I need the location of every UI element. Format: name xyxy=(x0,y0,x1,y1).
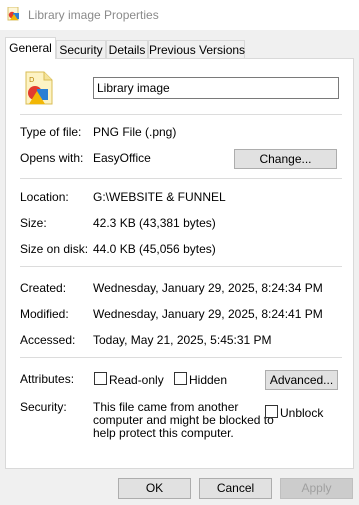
unblock-label: Unblock xyxy=(280,406,324,420)
opens-with-label: Opens with: xyxy=(20,151,84,165)
ok-button[interactable]: OK xyxy=(118,478,191,499)
security-message-line-3: help protect this computer. xyxy=(93,426,234,440)
type-of-file-label: Type of file: xyxy=(20,125,82,139)
tab-general[interactable]: General xyxy=(5,37,56,59)
unblock-checkbox[interactable] xyxy=(265,405,278,418)
window-title: Library image Properties xyxy=(28,8,159,22)
created-label: Created: xyxy=(20,281,67,295)
apply-button[interactable]: Apply xyxy=(280,478,353,499)
divider xyxy=(20,266,342,267)
png-image-file-icon: D xyxy=(25,71,53,105)
properties-window: Library image Properties General Securit… xyxy=(0,0,359,505)
attributes-label: Attributes: xyxy=(20,372,75,386)
read-only-label: Read-only xyxy=(109,373,164,387)
location-label: Location: xyxy=(20,190,69,204)
tab-details[interactable]: Details xyxy=(106,40,148,58)
title-bar: Library image Properties xyxy=(0,0,359,30)
general-panel: D Type of file: PNG File (.png) Opens wi… xyxy=(5,58,354,469)
location-value: G:\WEBSITE & FUNNEL xyxy=(93,190,226,204)
divider xyxy=(20,178,342,179)
hidden-label: Hidden xyxy=(189,373,228,387)
modified-label: Modified: xyxy=(20,307,69,321)
hidden-checkbox[interactable] xyxy=(174,372,187,385)
security-label: Security: xyxy=(20,400,67,414)
tab-previous-versions[interactable]: Previous Versions xyxy=(148,40,245,58)
divider xyxy=(20,114,342,115)
created-value: Wednesday, January 29, 2025, 8:24:34 PM xyxy=(93,281,323,295)
tab-security[interactable]: Security xyxy=(56,40,106,58)
image-file-icon xyxy=(7,7,19,21)
advanced-button[interactable]: Advanced... xyxy=(265,370,338,390)
opens-with-value: EasyOffice xyxy=(93,151,151,165)
type-of-file-value: PNG File (.png) xyxy=(93,125,177,139)
svg-text:D: D xyxy=(29,76,34,84)
size-label: Size: xyxy=(20,216,47,230)
read-only-checkbox[interactable] xyxy=(94,372,107,385)
modified-value: Wednesday, January 29, 2025, 8:24:41 PM xyxy=(93,307,323,321)
change-button[interactable]: Change... xyxy=(234,149,337,169)
security-message-line-2: computer and might be blocked to xyxy=(93,413,274,427)
size-on-disk-value: 44.0 KB (45,056 bytes) xyxy=(93,242,216,256)
accessed-value: Today, May 21, 2025, 5:45:31 PM xyxy=(93,333,272,347)
file-name-input[interactable] xyxy=(93,77,339,99)
size-on-disk-label: Size on disk: xyxy=(20,242,89,256)
security-message-line-1: This file came from another xyxy=(93,400,239,414)
size-value: 42.3 KB (43,381 bytes) xyxy=(93,216,216,230)
accessed-label: Accessed: xyxy=(20,333,76,347)
cancel-button[interactable]: Cancel xyxy=(199,478,272,499)
divider xyxy=(20,357,342,358)
